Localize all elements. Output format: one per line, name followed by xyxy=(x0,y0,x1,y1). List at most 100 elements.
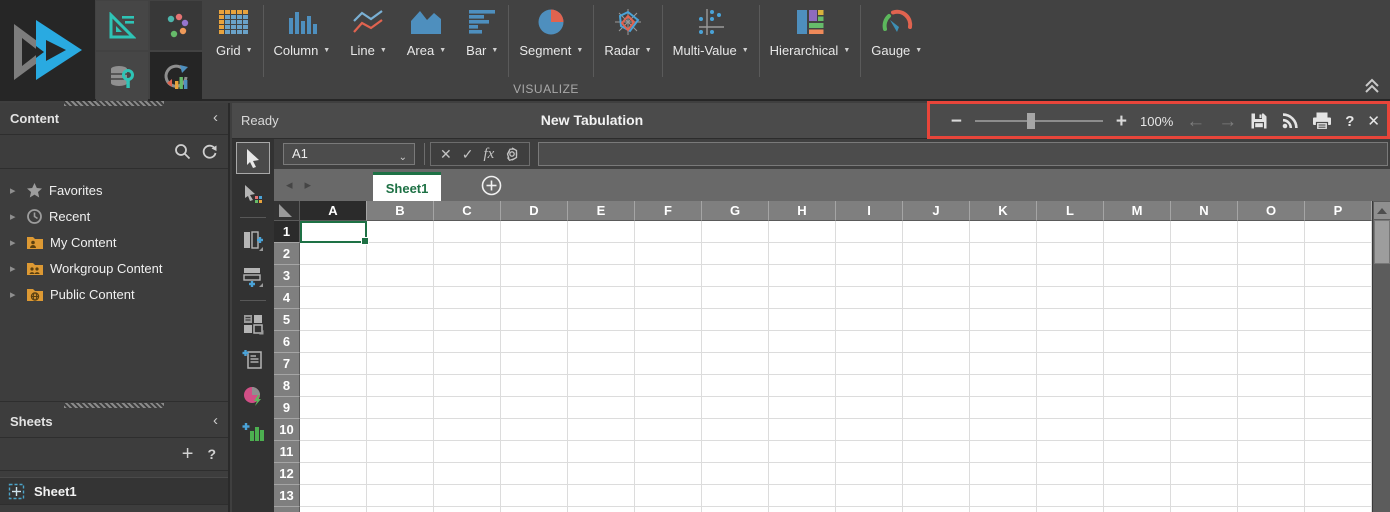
grid-cell-A1[interactable] xyxy=(300,221,367,243)
grid-cell-E5[interactable] xyxy=(568,309,635,331)
grid-cell-M3[interactable] xyxy=(1104,265,1171,287)
grid-cell-D10[interactable] xyxy=(501,419,568,441)
help-button[interactable]: ? xyxy=(1345,113,1354,130)
insert-report-button[interactable] xyxy=(236,344,270,376)
grid-cell-O8[interactable] xyxy=(1238,375,1305,397)
insert-row-panel-button[interactable] xyxy=(236,261,270,293)
grid-cell-E12[interactable] xyxy=(568,463,635,485)
grid-cell-A3[interactable] xyxy=(300,265,367,287)
grid-cell-L14[interactable] xyxy=(1037,507,1104,512)
grid-cell-P1[interactable] xyxy=(1305,221,1372,243)
grid-cell-L12[interactable] xyxy=(1037,463,1104,485)
grid-cell-H14[interactable] xyxy=(769,507,836,512)
tree-item-recent[interactable]: ▸ Recent xyxy=(0,203,228,229)
tree-item-favorites[interactable]: ▸ Favorites xyxy=(0,177,228,203)
grid-cell-P2[interactable] xyxy=(1305,243,1372,265)
column-header-F[interactable]: F xyxy=(635,201,702,221)
row-header-12[interactable]: 12 xyxy=(274,463,300,485)
grid-cell-N12[interactable] xyxy=(1171,463,1238,485)
grid-cell-B13[interactable] xyxy=(367,485,434,507)
column-header-J[interactable]: J xyxy=(903,201,970,221)
ai-assistant-button[interactable] xyxy=(504,146,520,162)
row-header-13[interactable]: 13 xyxy=(274,485,300,507)
grid-cell-N3[interactable] xyxy=(1171,265,1238,287)
grid-cell-A11[interactable] xyxy=(300,441,367,463)
grid-cell-N4[interactable] xyxy=(1171,287,1238,309)
grid-cell-O1[interactable] xyxy=(1238,221,1305,243)
grid-cell-J3[interactable] xyxy=(903,265,970,287)
grid-cell-H1[interactable] xyxy=(769,221,836,243)
grid-cell-G2[interactable] xyxy=(702,243,769,265)
grid-cell-M9[interactable] xyxy=(1104,397,1171,419)
scrollbar-thumb[interactable] xyxy=(1374,220,1390,264)
grid-cell-N13[interactable] xyxy=(1171,485,1238,507)
grid-cell-F3[interactable] xyxy=(635,265,702,287)
grid-cell-P6[interactable] xyxy=(1305,331,1372,353)
grid-cell-O9[interactable] xyxy=(1238,397,1305,419)
sheet-list-item[interactable]: Sheet1 xyxy=(0,477,228,505)
grid-cell-L7[interactable] xyxy=(1037,353,1104,375)
grid-cell-L13[interactable] xyxy=(1037,485,1104,507)
grid-cell-K5[interactable] xyxy=(970,309,1037,331)
grid-cell-L4[interactable] xyxy=(1037,287,1104,309)
grid-cell-B7[interactable] xyxy=(367,353,434,375)
grid-cell-J5[interactable] xyxy=(903,309,970,331)
grid-cell-M7[interactable] xyxy=(1104,353,1171,375)
grid-cell-C8[interactable] xyxy=(434,375,501,397)
layout-blocks-button[interactable] xyxy=(236,308,270,340)
grid-cell-O10[interactable] xyxy=(1238,419,1305,441)
print-button[interactable] xyxy=(1312,112,1332,130)
grid-cell-G6[interactable] xyxy=(702,331,769,353)
grid-cell-L6[interactable] xyxy=(1037,331,1104,353)
grid-cell-C3[interactable] xyxy=(434,265,501,287)
grid-cell-I11[interactable] xyxy=(836,441,903,463)
column-header-K[interactable]: K xyxy=(970,201,1037,221)
grid-cell-E8[interactable] xyxy=(568,375,635,397)
column-header-I[interactable]: I xyxy=(836,201,903,221)
grid-cell-G13[interactable] xyxy=(702,485,769,507)
grid-cell-K10[interactable] xyxy=(970,419,1037,441)
grid-cell-N5[interactable] xyxy=(1171,309,1238,331)
grid-cell-O2[interactable] xyxy=(1238,243,1305,265)
formula-input[interactable] xyxy=(538,142,1388,166)
grid-cell-O5[interactable] xyxy=(1238,309,1305,331)
grid-cell-D2[interactable] xyxy=(501,243,568,265)
grid-cell-E2[interactable] xyxy=(568,243,635,265)
grid-cell-D5[interactable] xyxy=(501,309,568,331)
grid-cell-E11[interactable] xyxy=(568,441,635,463)
line-chart-button[interactable]: Line▼ xyxy=(340,0,397,78)
bar-chart-button[interactable]: Bar▼ xyxy=(456,0,508,78)
grid-cell-I8[interactable] xyxy=(836,375,903,397)
tree-item-my-content[interactable]: ▸ My Content xyxy=(0,229,228,255)
analytics-module-button[interactable] xyxy=(150,52,202,101)
grid-cell-C12[interactable] xyxy=(434,463,501,485)
grid-cell-P13[interactable] xyxy=(1305,485,1372,507)
grid-cell-H8[interactable] xyxy=(769,375,836,397)
grid-cell-F11[interactable] xyxy=(635,441,702,463)
grid-cell-A12[interactable] xyxy=(300,463,367,485)
column-header-A[interactable]: A xyxy=(300,201,367,221)
grid-cell-N9[interactable] xyxy=(1171,397,1238,419)
grid-cell-L8[interactable] xyxy=(1037,375,1104,397)
grid-chart-button[interactable]: Grid▼ xyxy=(206,0,263,78)
grid-cell-D7[interactable] xyxy=(501,353,568,375)
expand-caret-icon[interactable]: ▸ xyxy=(10,288,20,301)
grid-cell-D3[interactable] xyxy=(501,265,568,287)
grid-cell-J6[interactable] xyxy=(903,331,970,353)
grid-cell-F13[interactable] xyxy=(635,485,702,507)
grid-cell-F1[interactable] xyxy=(635,221,702,243)
column-header-P[interactable]: P xyxy=(1305,201,1372,221)
grid-cell-N8[interactable] xyxy=(1171,375,1238,397)
row-header-2[interactable]: 2 xyxy=(274,243,300,265)
grid-cell-D12[interactable] xyxy=(501,463,568,485)
grid-cell-N11[interactable] xyxy=(1171,441,1238,463)
sheets-help-button[interactable]: ? xyxy=(207,446,216,462)
column-chart-button[interactable]: Column▼ xyxy=(264,0,341,78)
grid-cell-D9[interactable] xyxy=(501,397,568,419)
discover-module-button[interactable] xyxy=(150,1,202,50)
multi-value-chart-button[interactable]: Multi-Value▼ xyxy=(663,0,759,78)
grid-cell-I4[interactable] xyxy=(836,287,903,309)
grid-cell-I6[interactable] xyxy=(836,331,903,353)
collapse-panel-icon[interactable]: ‹ xyxy=(213,412,218,429)
grid-cell-O7[interactable] xyxy=(1238,353,1305,375)
